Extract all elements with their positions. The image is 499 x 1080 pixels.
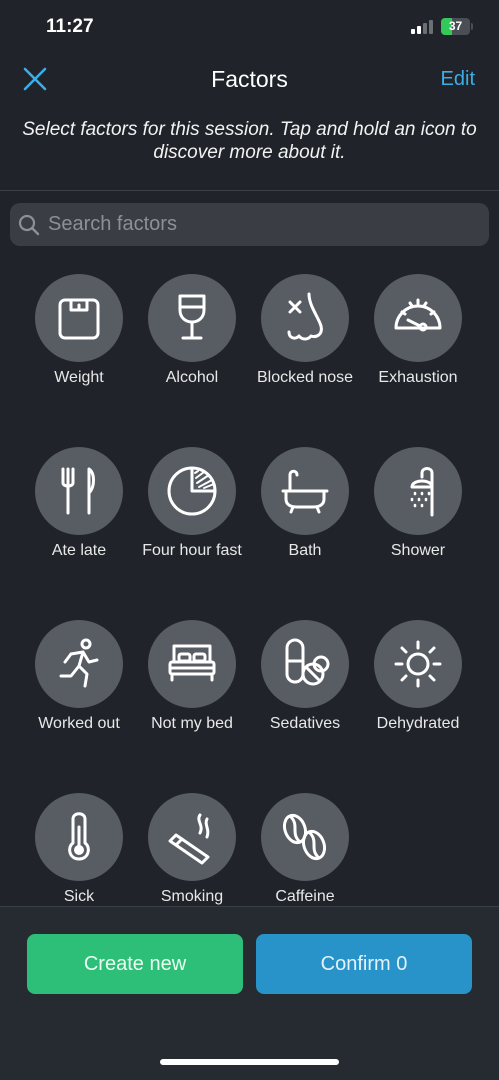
thermometer-icon — [68, 812, 90, 861]
factor-label: Shower — [390, 542, 446, 559]
footer: Create new Confirm 0 — [0, 906, 499, 1080]
status-bar: 11:27 37 — [0, 0, 499, 56]
factor-worked-out[interactable]: Worked out — [18, 616, 140, 756]
wine-glass-icon — [178, 294, 206, 340]
cellular-signal-icon — [411, 20, 435, 34]
factor-exhaustion[interactable]: Exhaustion — [357, 270, 479, 410]
instructions-text: Select factors for this session. Tap and… — [22, 119, 477, 163]
clock-pie-icon — [167, 466, 217, 516]
confirm-button[interactable]: Confirm 0 — [256, 934, 472, 994]
factor-smoking[interactable]: Smoking — [131, 789, 253, 906]
page-title: Factors — [211, 66, 288, 92]
coffee-beans-icon — [282, 813, 327, 861]
cigarette-icon — [168, 813, 210, 865]
factor-sick[interactable]: Sick — [18, 789, 140, 906]
factor-label: Exhaustion — [378, 369, 458, 386]
factor-blocked-nose[interactable]: Blocked nose — [244, 270, 366, 410]
bed-icon — [168, 644, 216, 682]
factor-sedatives[interactable]: Sedatives — [244, 616, 366, 756]
factor-alcohol[interactable]: Alcohol — [131, 270, 253, 410]
edit-button[interactable]: Edit — [441, 68, 475, 91]
factor-weight[interactable]: Weight — [18, 270, 140, 410]
nose-icon — [287, 292, 323, 341]
header: Factors Edit Select factors for this ses… — [0, 56, 499, 191]
running-person-icon — [59, 638, 99, 688]
factor-caffeine[interactable]: Caffeine — [244, 789, 366, 906]
home-indicator[interactable] — [160, 1059, 339, 1065]
battery-level: 37 — [448, 19, 463, 33]
factors-grid: Weight Alcohol Blocked nose Exhaustion A… — [0, 270, 499, 906]
search-bar[interactable] — [10, 203, 489, 246]
pills-icon — [285, 638, 330, 686]
create-new-button[interactable]: Create new — [27, 934, 243, 994]
bathtub-icon — [281, 469, 329, 514]
factor-shower[interactable]: Shower — [357, 443, 479, 583]
scale-icon — [58, 298, 100, 340]
factor-label: Caffeine — [275, 888, 335, 905]
shower-icon — [410, 467, 434, 517]
status-time: 11:27 — [46, 16, 94, 37]
sun-icon — [394, 640, 442, 688]
factor-ate-late[interactable]: Ate late — [18, 443, 140, 583]
search-input[interactable] — [48, 203, 478, 246]
factor-four-hour-fast[interactable]: Four hour fast — [131, 443, 253, 583]
fork-knife-icon — [61, 467, 95, 515]
battery-icon: 37 — [441, 18, 473, 35]
factor-not-my-bed[interactable]: Not my bed — [131, 616, 253, 756]
factor-label: Dehydrated — [376, 715, 460, 732]
gauge-icon — [394, 298, 442, 332]
factor-bath[interactable]: Bath — [244, 443, 366, 583]
search-icon — [18, 214, 40, 236]
factor-dehydrated[interactable]: Dehydrated — [357, 616, 479, 756]
